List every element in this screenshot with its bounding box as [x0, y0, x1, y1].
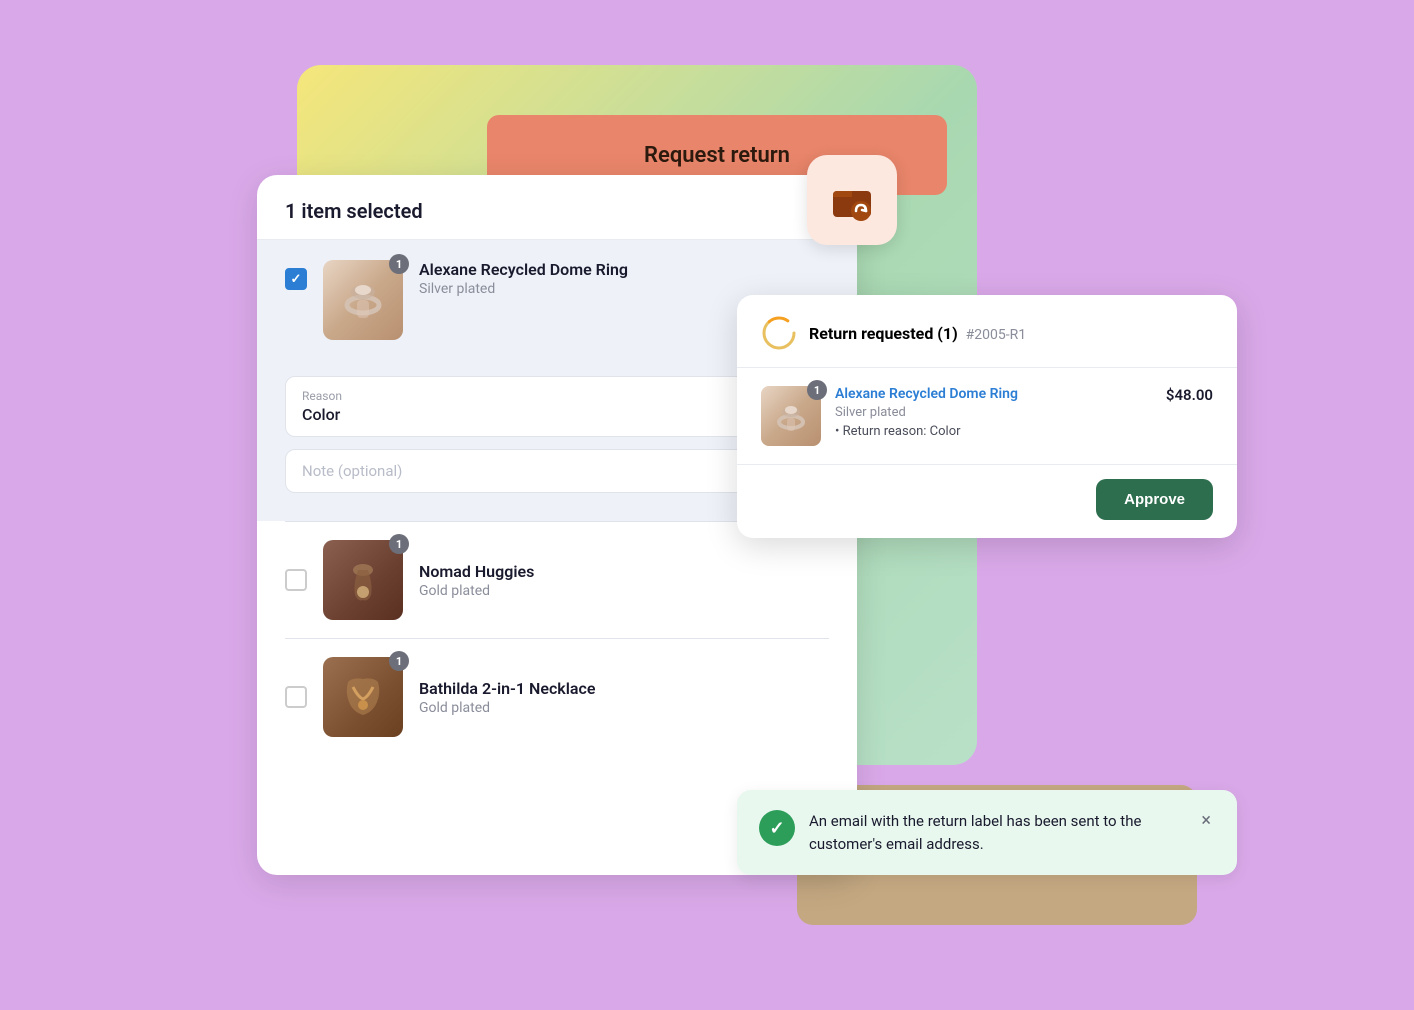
note-placeholder: Note (optional) [302, 462, 812, 480]
item1-badge: 1 [389, 254, 409, 274]
item1-checkbox[interactable] [285, 268, 307, 290]
item3-variant: Gold plated [419, 700, 829, 716]
request-return-title: Request return [644, 143, 790, 168]
item1-name: Alexane Recycled Dome Ring [419, 260, 829, 279]
reason-label: Reason [302, 389, 812, 403]
item3-checkbox[interactable] [285, 686, 307, 708]
return-card: Return requested (1) #2005-R1 1 Alexane … [737, 295, 1237, 538]
return-card-header: Return requested (1) #2005-R1 [737, 295, 1237, 368]
item3-name: Bathilda 2-in-1 Necklace [419, 679, 829, 698]
return-card-footer: Approve [737, 464, 1237, 538]
return-card-title: Return requested (1) #2005-R1 [809, 324, 1026, 343]
success-notification: ✓ An email with the return label has bee… [737, 790, 1237, 875]
return-item-details: Alexane Recycled Dome Ring Silver plated… [835, 386, 1152, 439]
return-item-badge: 1 [807, 380, 827, 400]
item2-image-wrap: 1 [323, 540, 403, 620]
item-row-2: 1 Nomad Huggies Gold plated [257, 522, 857, 638]
item3-image-wrap: 1 [323, 657, 403, 737]
item3-badge: 1 [389, 651, 409, 671]
success-message: An email with the return label has been … [809, 810, 1183, 855]
return-reason-text: • Return reason: Color [835, 424, 1152, 439]
scene: Request return 1 item selected [157, 55, 1257, 955]
item1-image-wrap: 1 [323, 260, 403, 340]
return-thumb-wrap: 1 [761, 386, 821, 446]
success-check-icon: ✓ [759, 810, 795, 846]
notification-close-button[interactable]: × [1197, 810, 1215, 831]
return-status-icon [761, 315, 797, 351]
return-price: $48.00 [1166, 386, 1213, 404]
item2-info: Nomad Huggies Gold plated [419, 562, 829, 599]
approve-button[interactable]: Approve [1096, 479, 1213, 520]
item1-info: Alexane Recycled Dome Ring Silver plated [419, 260, 829, 297]
item2-checkbox[interactable] [285, 569, 307, 591]
item2-badge: 1 [389, 534, 409, 554]
item2-image [323, 540, 403, 620]
item2-variant: Gold plated [419, 583, 829, 599]
main-card-header: 1 item selected [257, 175, 857, 240]
return-item-variant: Silver plated [835, 405, 1152, 420]
item3-info: Bathilda 2-in-1 Necklace Gold plated [419, 679, 829, 716]
app-icon [807, 155, 897, 245]
items-selected-label: 1 item selected [285, 199, 423, 223]
return-ref: #2005-R1 [966, 327, 1026, 343]
reason-value: Color [302, 405, 812, 424]
item3-image [323, 657, 403, 737]
item-row-3: 1 Bathilda 2-in-1 Necklace Gold plated [257, 639, 857, 755]
return-item-link[interactable]: Alexane Recycled Dome Ring [835, 386, 1152, 402]
return-item-row: 1 Alexane Recycled Dome Ring Silver plat… [737, 368, 1237, 464]
item1-image [323, 260, 403, 340]
item2-name: Nomad Huggies [419, 562, 829, 581]
